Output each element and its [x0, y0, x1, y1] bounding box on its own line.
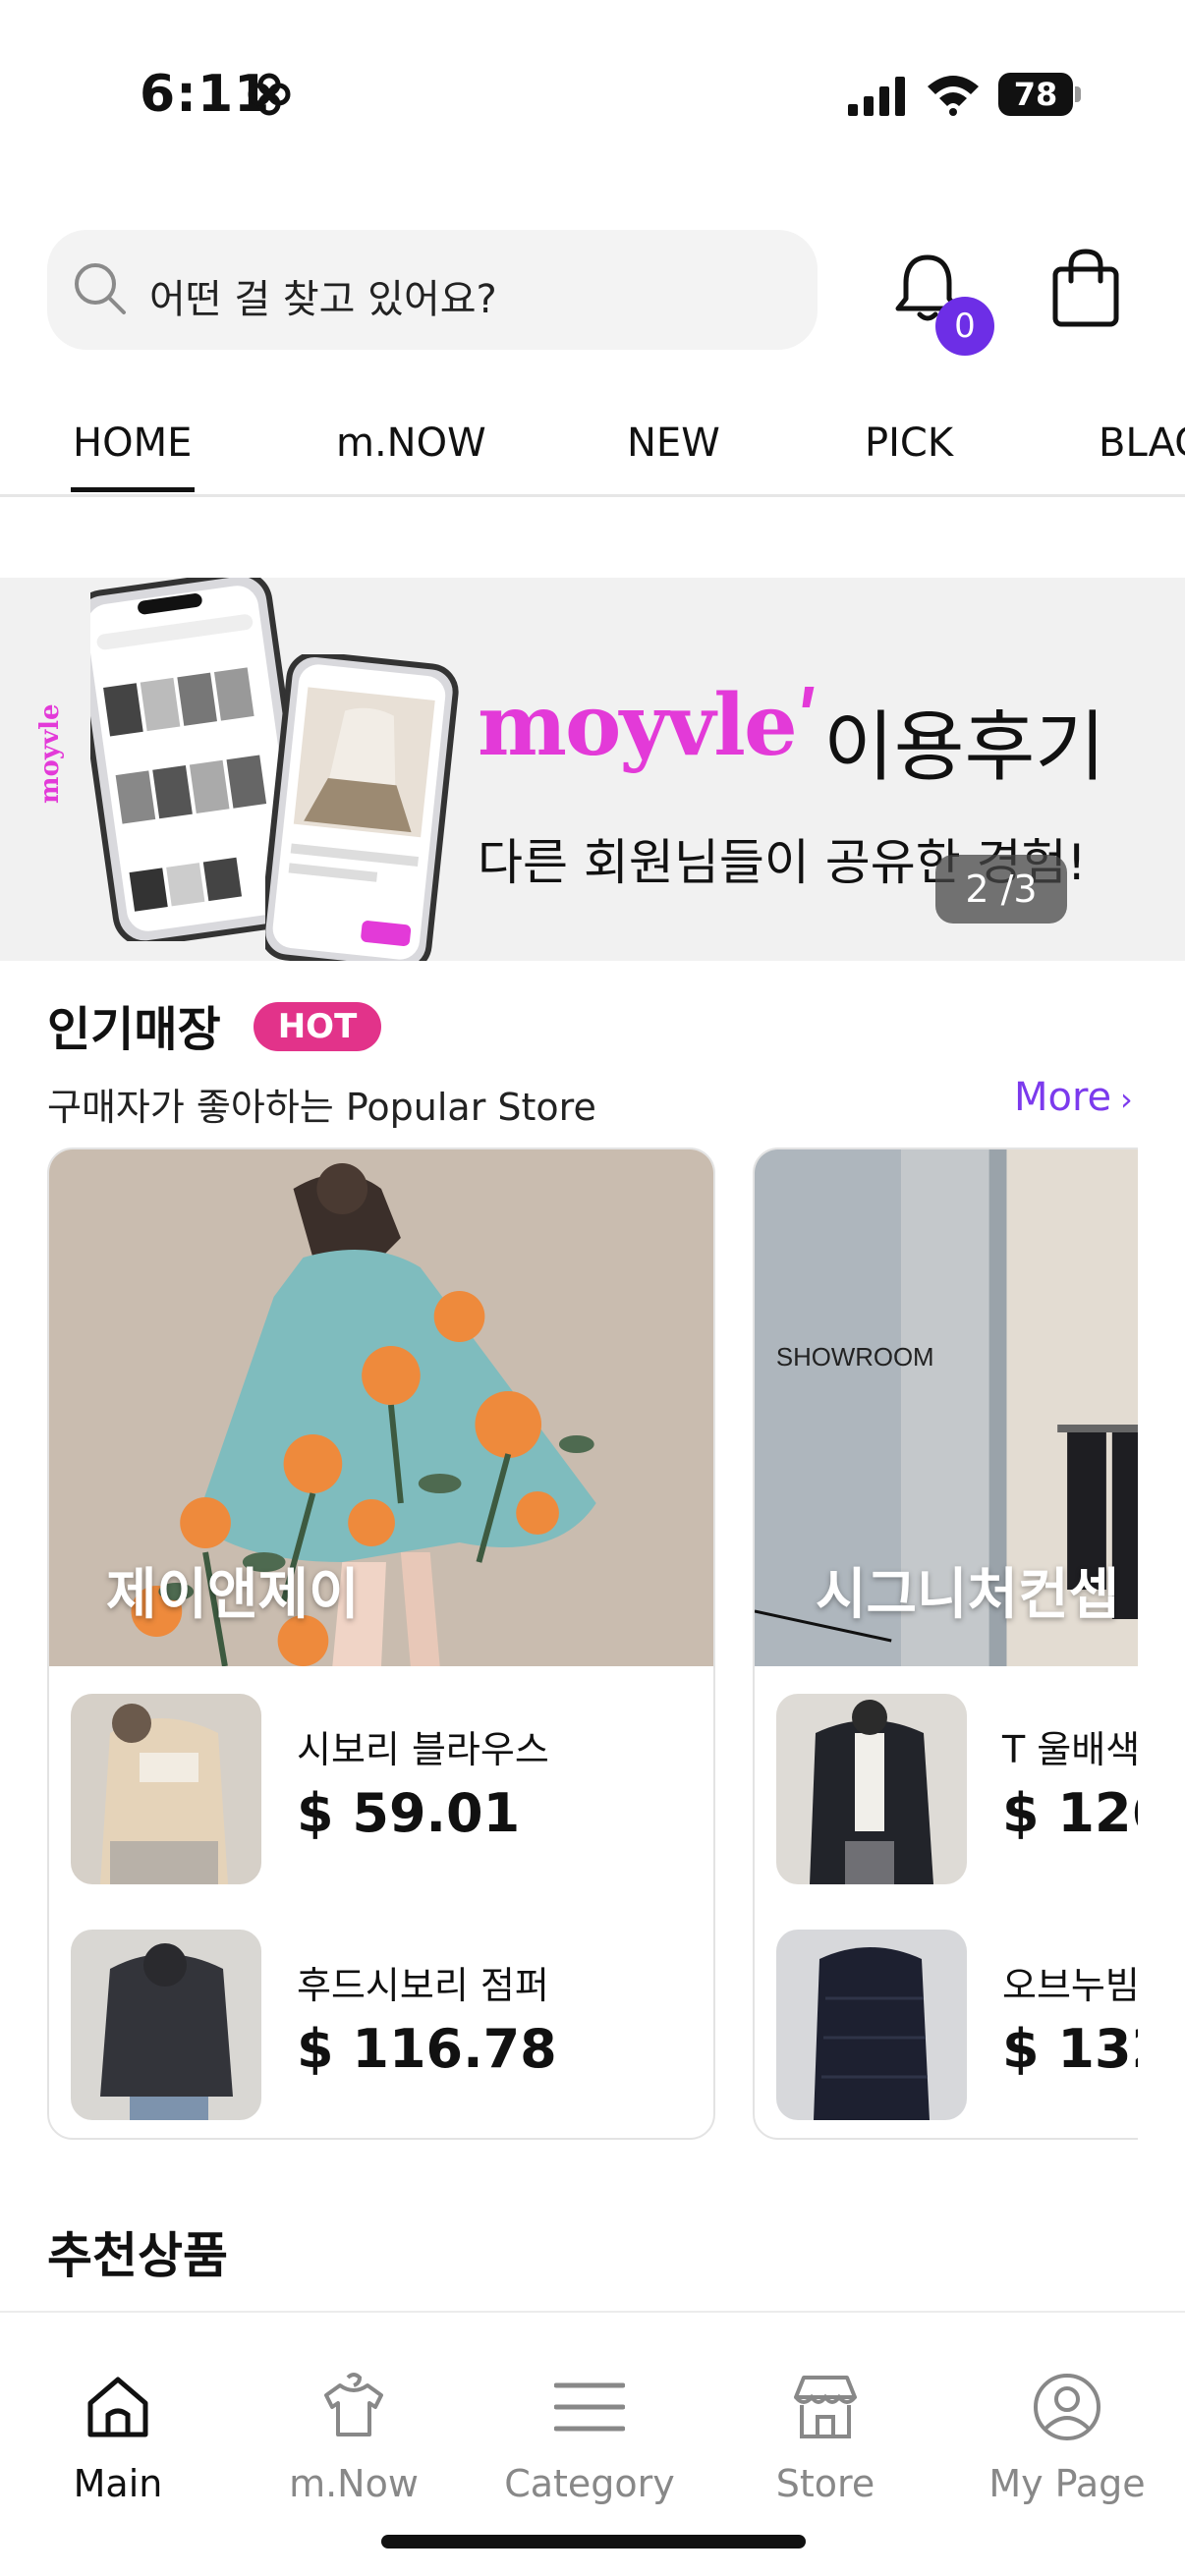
- product-thumbnail: [776, 1930, 967, 2120]
- phone-mockup-detail-image: [265, 654, 459, 961]
- user-icon: [1034, 2374, 1100, 2440]
- nav-main[interactable]: Main: [0, 2313, 236, 2509]
- product-name: T 울배색: [1002, 1728, 1138, 1771]
- store-card[interactable]: 제이앤제이 시보리 블라우스 $ 59.01 후드시보리 점퍼 $ 116.78: [47, 1148, 715, 2140]
- tab-pick[interactable]: PICK: [865, 420, 953, 466]
- product-name: 후드시보리 점퍼: [297, 1964, 549, 2007]
- status-bar: 6:11 78: [0, 0, 1185, 187]
- gear-icon: [248, 73, 291, 116]
- store-card[interactable]: SHOWROOM 시그니처컨셉 T 울배색 $ 126 오브누빔 $ 132: [753, 1148, 1138, 2140]
- shopping-bag-icon[interactable]: [1049, 248, 1122, 328]
- notification-badge: 0: [935, 297, 994, 356]
- search-placeholder: 어떤 걸 찾고 있어요?: [149, 277, 497, 322]
- tab-home[interactable]: HOME: [73, 420, 192, 466]
- battery-cap: [1075, 86, 1081, 102]
- product-price: $ 116.78: [297, 2018, 557, 2080]
- category-tabs: HOME m.NOW NEW PICK BLACK: [0, 403, 1185, 497]
- popular-store-subtitle: 구매자가 좋아하는 Popular Store: [47, 1086, 596, 1129]
- shirt-icon: [324, 2373, 383, 2436]
- nav-label: My Page: [988, 2462, 1146, 2505]
- nav-m-now[interactable]: m.Now: [236, 2313, 472, 2509]
- product-item[interactable]: 후드시보리 점퍼 $ 116.78: [71, 1930, 700, 2122]
- product-item[interactable]: 오브누빔 $ 132: [776, 1930, 1138, 2122]
- home-icon: [87, 2377, 148, 2437]
- banner-brand-logo: moyvleʹ: [478, 676, 821, 775]
- nav-label: m.Now: [289, 2462, 419, 2505]
- nav-label: Main: [73, 2462, 163, 2505]
- banner-side-logo: moyvle: [35, 703, 65, 805]
- nav-category[interactable]: Category: [472, 2313, 707, 2509]
- nav-store[interactable]: Store: [707, 2313, 943, 2509]
- hot-badge: HOT: [254, 1002, 381, 1051]
- tab-black[interactable]: BLACK: [1099, 420, 1185, 466]
- banner-title: 이용후기: [823, 703, 1106, 792]
- menu-icon: [554, 2382, 625, 2432]
- product-item[interactable]: 시보리 블라우스 $ 59.01: [71, 1694, 700, 1886]
- tab-m-now[interactable]: m.NOW: [336, 420, 486, 466]
- nav-label: Store: [775, 2462, 875, 2505]
- product-thumbnail: [71, 1930, 261, 2120]
- product-thumbnail: [776, 1694, 967, 1884]
- nav-my-page[interactable]: My Page: [949, 2313, 1185, 2509]
- product-price: $ 132: [1002, 2018, 1138, 2080]
- store-name: 제이앤제이: [106, 1563, 360, 1627]
- showroom-sign: SHOWROOM: [776, 1344, 934, 1372]
- recommended-title: 추천상품: [47, 2227, 228, 2284]
- battery-icon: 78: [998, 73, 1081, 116]
- product-price: $ 59.01: [297, 1782, 521, 1844]
- more-link[interactable]: More: [1014, 1075, 1111, 1120]
- product-thumbnail: [71, 1694, 261, 1884]
- wifi-icon: [928, 76, 979, 116]
- search-icon: [75, 263, 126, 314]
- product-name: 오브누빔: [1002, 1964, 1138, 2007]
- store-icon: [794, 2376, 857, 2438]
- product-item[interactable]: T 울배색 $ 126: [776, 1694, 1138, 1886]
- store-name: 시그니처컨셉: [816, 1563, 1120, 1627]
- home-indicator: [381, 2535, 806, 2548]
- store-carousel[interactable]: 제이앤제이 시보리 블라우스 $ 59.01 후드시보리 점퍼 $ 116.78: [47, 1148, 1138, 2142]
- battery-level: 78: [998, 73, 1073, 116]
- product-price: $ 126: [1002, 1782, 1138, 1844]
- banner-page-counter: 2 /3: [935, 855, 1067, 924]
- promo-banner[interactable]: moyvle moyvleʹ 이용후기 다른 회원님들이 공유한 경험! 2 /…: [0, 578, 1185, 961]
- tab-new[interactable]: NEW: [627, 420, 720, 466]
- product-name: 시보리 블라우스: [297, 1728, 549, 1771]
- popular-store-title: 인기매장: [47, 1002, 221, 1057]
- search-bar[interactable]: 어떤 걸 찾고 있어요?: [47, 230, 818, 350]
- chevron-right-icon[interactable]: ›: [1120, 1081, 1133, 1118]
- nav-label: Category: [504, 2462, 675, 2505]
- signal-icon: [848, 77, 905, 116]
- tab-active-indicator: [71, 487, 195, 492]
